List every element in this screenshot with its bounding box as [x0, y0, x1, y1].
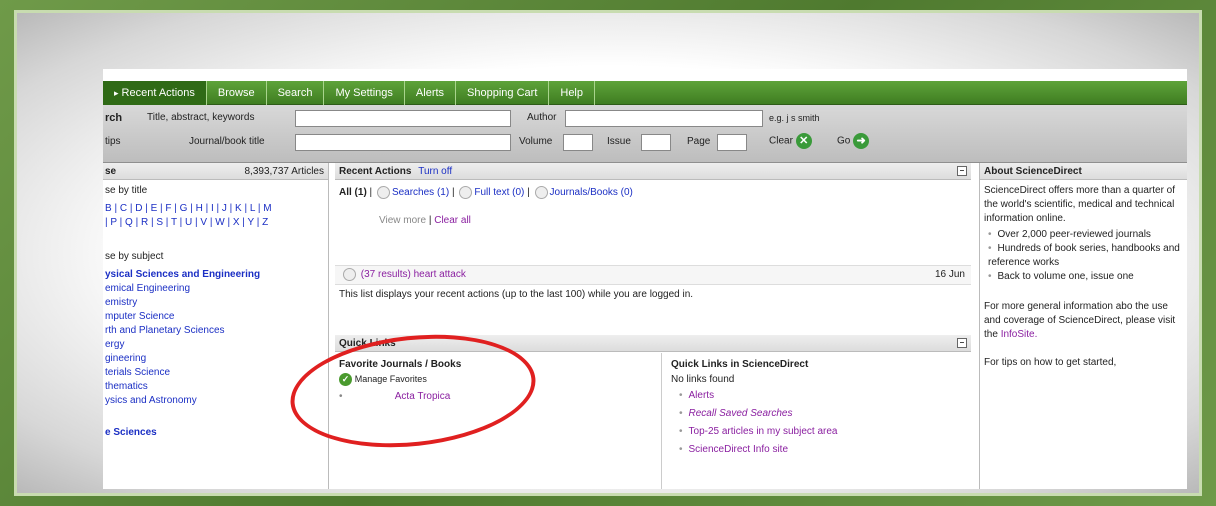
clear-all-link[interactable]: Clear all — [434, 215, 471, 226]
author-label: Author — [527, 112, 557, 123]
recent-filters: All (1) | Searches (1) | Full text (0) |… — [339, 186, 633, 199]
category-life-sciences[interactable]: e Sciences — [105, 426, 326, 440]
about-tips: For tips on how to get started, — [984, 357, 1117, 368]
category-physical-sciences[interactable]: ysical Sciences and Engineering — [105, 268, 326, 282]
search-bar: rch tips Title, abstract, keywords Journ… — [103, 105, 1187, 163]
book-icon — [534, 186, 548, 199]
about-header: About ScienceDirect — [980, 163, 1187, 180]
no-links-text: No links found — [671, 374, 735, 385]
tab-my-settings[interactable]: My Settings — [324, 80, 405, 105]
browse-by-title: se by title — [105, 185, 148, 196]
filter-searches[interactable]: Searches (1) — [392, 187, 449, 198]
recent-item-link[interactable]: (37 results) heart attack — [361, 269, 466, 280]
subject-link[interactable]: ergy — [105, 338, 326, 352]
recent-actions-header: Recent Actions Turn off – — [335, 163, 971, 180]
divider — [661, 353, 662, 489]
about-panel: About ScienceDirect ScienceDirect offers… — [979, 163, 1187, 489]
volume-label: Volume — [519, 136, 553, 147]
quick-link[interactable]: Recall Saved Searches — [671, 405, 971, 423]
recent-actions-title: Recent Actions — [339, 166, 412, 177]
subject-link[interactable]: rth and Planetary Sciences — [105, 324, 326, 338]
tab-recent-actions[interactable]: ▸ Recent Actions — [103, 80, 207, 105]
about-bullet: Back to volume one, issue one — [984, 270, 1180, 284]
about-bullet: Hundreds of book series, handbooks and r… — [984, 242, 1180, 270]
search-icon — [376, 186, 390, 199]
keywords-label: Title, abstract, keywords — [147, 112, 255, 123]
quick-link[interactable]: Top-25 articles in my subject area — [671, 423, 971, 441]
screenshot-area: ▸ Recent Actions Browse Search My Setting… — [103, 69, 1187, 489]
filter-full-text[interactable]: Full text (0) — [474, 187, 524, 198]
tab-label: Recent Actions — [121, 86, 195, 99]
search-heading: rch — [105, 112, 123, 124]
recent-item-date: 16 Jun — [934, 269, 965, 280]
infosite-link[interactable]: InfoSite. — [1001, 329, 1038, 340]
browse-heading: se — [105, 166, 117, 177]
tab-help[interactable]: Help — [549, 80, 595, 105]
tab-browse[interactable]: Browse — [207, 80, 267, 105]
subject-link[interactable]: emical Engineering — [105, 282, 326, 296]
tab-shopping-cart[interactable]: Shopping Cart — [456, 80, 550, 105]
browse-header: se 8,393,737 Articles — [103, 163, 328, 180]
about-more-info: For more general information abo the use… — [984, 300, 1180, 342]
recent-footnote: This list displays your recent actions (… — [339, 289, 694, 300]
author-input[interactable] — [565, 110, 763, 127]
journal-title-label: Journal/book title — [189, 136, 265, 147]
clear-label: Clear — [769, 135, 793, 147]
document-icon — [459, 186, 473, 199]
search-icon — [343, 267, 356, 281]
search-tips-link[interactable]: tips — [105, 136, 121, 147]
turn-off-link[interactable]: Turn off — [418, 166, 452, 177]
collapse-icon[interactable]: – — [957, 338, 967, 348]
page-label: Page — [687, 136, 711, 147]
tab-search[interactable]: Search — [267, 80, 325, 105]
quick-link[interactable]: Alerts — [671, 387, 971, 405]
issue-input[interactable] — [641, 134, 671, 151]
keywords-input[interactable] — [295, 110, 511, 127]
letter-index-row-1[interactable]: B | C | D | E | F | G | H | I | J | K | … — [105, 202, 326, 216]
go-button[interactable]: Go ➜ — [837, 133, 870, 149]
sd-quick-links-section: Quick Links in ScienceDirect No links fo… — [671, 357, 971, 459]
go-label: Go — [837, 135, 851, 147]
view-more-row: View more | Clear all — [379, 215, 471, 227]
view-more-link[interactable]: View more — [379, 215, 426, 226]
quick-link[interactable]: ScienceDirect Info site — [671, 441, 971, 459]
close-icon: ✕ — [795, 133, 812, 149]
decorative-frame: ▸ Recent Actions Browse Search My Setting… — [0, 0, 1216, 506]
journal-title-input[interactable] — [295, 134, 511, 151]
sd-quick-links-heading: Quick Links in ScienceDirect — [671, 359, 809, 370]
subject-link[interactable]: gineering — [105, 352, 326, 366]
browse-by-subject: se by subject — [105, 251, 164, 262]
photo-mat: ▸ Recent Actions Browse Search My Setting… — [14, 10, 1202, 496]
arrow-right-icon: ➜ — [853, 133, 870, 149]
about-bullet: Over 2,000 peer-reviewed journals — [984, 228, 1180, 242]
arrow-icon: ▸ — [114, 87, 119, 98]
tab-alerts[interactable]: Alerts — [405, 80, 457, 105]
article-count: 8,393,737 Articles — [244, 166, 325, 177]
clear-button[interactable]: Clear ✕ — [769, 133, 812, 149]
volume-input[interactable] — [563, 134, 593, 151]
author-hint: e.g. j s smith — [769, 113, 820, 123]
subject-link[interactable]: emistry — [105, 296, 326, 310]
letter-index-row-2[interactable]: | P | Q | R | S | T | U | V | W | X | Y … — [105, 216, 326, 230]
subject-link[interactable]: mputer Science — [105, 310, 326, 324]
about-bullets: Over 2,000 peer-reviewed journals Hundre… — [984, 228, 1180, 284]
page-input[interactable] — [717, 134, 747, 151]
browse-panel: se 8,393,737 Articles se by title B | C … — [103, 163, 329, 489]
filter-journals-books[interactable]: Journals/Books (0) — [550, 187, 633, 198]
about-intro: ScienceDirect offers more than a quarter… — [984, 185, 1176, 224]
collapse-icon[interactable]: – — [957, 166, 967, 176]
main-tab-bar: ▸ Recent Actions Browse Search My Setting… — [103, 80, 1187, 105]
issue-label: Issue — [607, 136, 631, 147]
filter-all[interactable]: All (1) — [339, 187, 367, 198]
recent-item-row[interactable]: (37 results) heart attack 16 Jun — [335, 265, 971, 285]
subject-link[interactable]: terials Science — [105, 366, 326, 380]
